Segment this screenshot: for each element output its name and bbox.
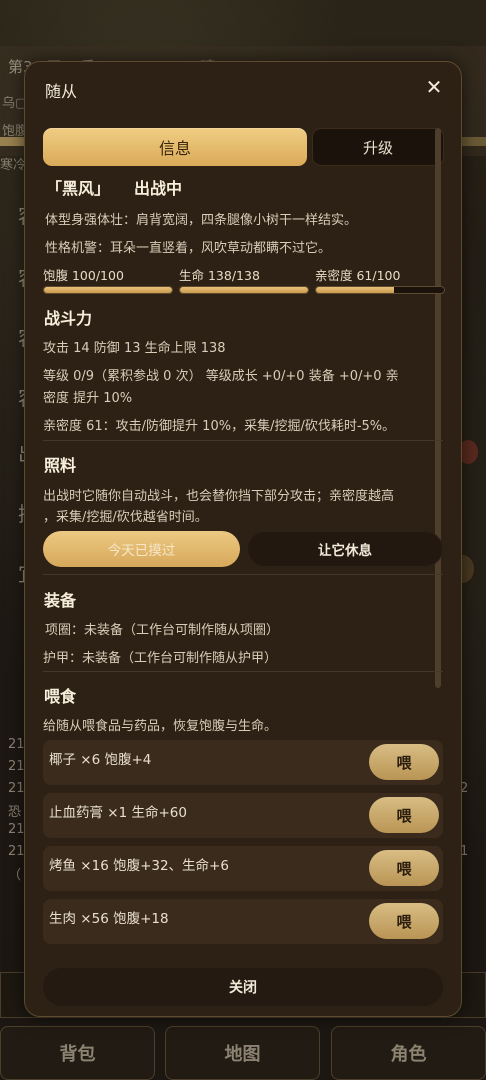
combat-level-cont: 密度 提升 10% — [43, 391, 133, 406]
health-stat-bar — [179, 286, 309, 294]
pet-name-row: 「黑风」 出战中 — [46, 175, 182, 199]
care-desc-cont: ，采集/挖掘/砍伐越省时间。 — [43, 510, 208, 525]
modal-title: 随从 — [45, 82, 78, 101]
pet-status: 出战中 — [134, 179, 183, 198]
collar-slot: 项圈：未装备（工作台可制作随从项圈） — [45, 623, 280, 638]
care-title: 照料 — [44, 456, 77, 475]
combat-level: 等级 0/9（累积参战 0 次） 等级成长 +0/+0 装备 +0/+0 亲 — [43, 369, 399, 384]
divider — [43, 671, 443, 672]
companion-modal: 随从 ✕ 信息 升级 「黑风」 出战中 体型身强体壮：肩背宽阔，四条腿像小树干一样… — [24, 61, 462, 1017]
equipment-title: 装备 — [44, 591, 77, 610]
log-line: 21 — [8, 822, 25, 837]
combat-title: 战斗力 — [44, 309, 93, 328]
close-icon[interactable]: ✕ — [423, 76, 445, 98]
scrollbar[interactable] — [435, 128, 441, 688]
nav-character-button[interactable]: 角色 — [331, 1026, 486, 1080]
nav-map-button[interactable]: 地图 — [165, 1026, 320, 1080]
feed-button[interactable]: 喂 — [369, 744, 439, 780]
divider — [43, 574, 443, 575]
bottom-nav: 背包 地图 角色 — [0, 1026, 486, 1080]
close-button[interactable]: 关闭 — [43, 968, 443, 1006]
feed-button[interactable]: 喂 — [369, 903, 439, 939]
log-line: （ — [8, 868, 22, 883]
feed-item-label: 止血药膏 ×1 生命+60 — [49, 805, 187, 821]
hunger-stat-bar — [43, 286, 173, 294]
feeding-hint: 给随从喂食品与药品，恢复饱腹与生命。 — [43, 719, 278, 734]
intimacy-stat-label: 亲密度 61/100 — [315, 268, 401, 283]
log-line: 21 — [8, 737, 25, 752]
log-line: 21 — [8, 781, 25, 796]
divider — [43, 440, 443, 441]
pet-button[interactable]: 今天已摸过 — [43, 531, 240, 567]
feed-button[interactable]: 喂 — [369, 797, 439, 833]
feed-item-row: 烤鱼 ×16 饱腹+32、生命+6 喂 — [43, 846, 443, 891]
hunger-stat-label: 饱腹 100/100 — [43, 268, 124, 283]
care-desc: 出战时它随你自动战斗，也会替你挡下部分攻击；亲密度越高 — [43, 489, 395, 504]
nav-bag-button[interactable]: 背包 — [0, 1026, 155, 1080]
log-line: 21 — [8, 844, 25, 859]
feed-item-label: 生肉 ×56 饱腹+18 — [49, 911, 169, 927]
tab-upgrade[interactable]: 升级 — [312, 128, 444, 166]
tab-info[interactable]: 信息 — [43, 128, 307, 166]
feed-item-label: 烤鱼 ×16 饱腹+32、生命+6 — [49, 858, 229, 874]
intimacy-bonus: 亲密度 61：攻击/防御提升 10%，采集/挖掘/砍伐耗时-5%。 — [43, 419, 396, 434]
feed-item-label: 椰子 ×6 饱腹+4 — [49, 752, 152, 768]
feeding-title: 喂食 — [44, 687, 77, 706]
health-stat-label: 生命 138/138 — [179, 268, 260, 283]
pet-body-desc: 体型身强体壮：肩背宽阔，四条腿像小树干一样结实。 — [45, 213, 358, 228]
intimacy-stat-bar — [315, 286, 445, 294]
cold-label: 寒冷 — [0, 158, 27, 173]
rest-button[interactable]: 让它休息 — [247, 531, 443, 567]
feed-button[interactable]: 喂 — [369, 850, 439, 886]
armor-slot: 护甲：未装备（工作台可制作随从护甲） — [43, 651, 278, 666]
log-line: 恐 — [8, 805, 22, 820]
combat-stats: 攻击 14 防御 13 生命上限 138 — [43, 341, 226, 356]
feed-item-row: 椰子 ×6 饱腹+4 喂 — [43, 740, 443, 785]
pet-name: 「黑风」 — [46, 179, 111, 198]
pet-temper-desc: 性格机警：耳朵一直竖着，风吹草动都瞒不过它。 — [45, 241, 332, 256]
feed-item-row: 生肉 ×56 饱腹+18 喂 — [43, 899, 443, 944]
feed-item-row: 止血药膏 ×1 生命+60 喂 — [43, 793, 443, 838]
log-line: 21 — [8, 759, 25, 774]
